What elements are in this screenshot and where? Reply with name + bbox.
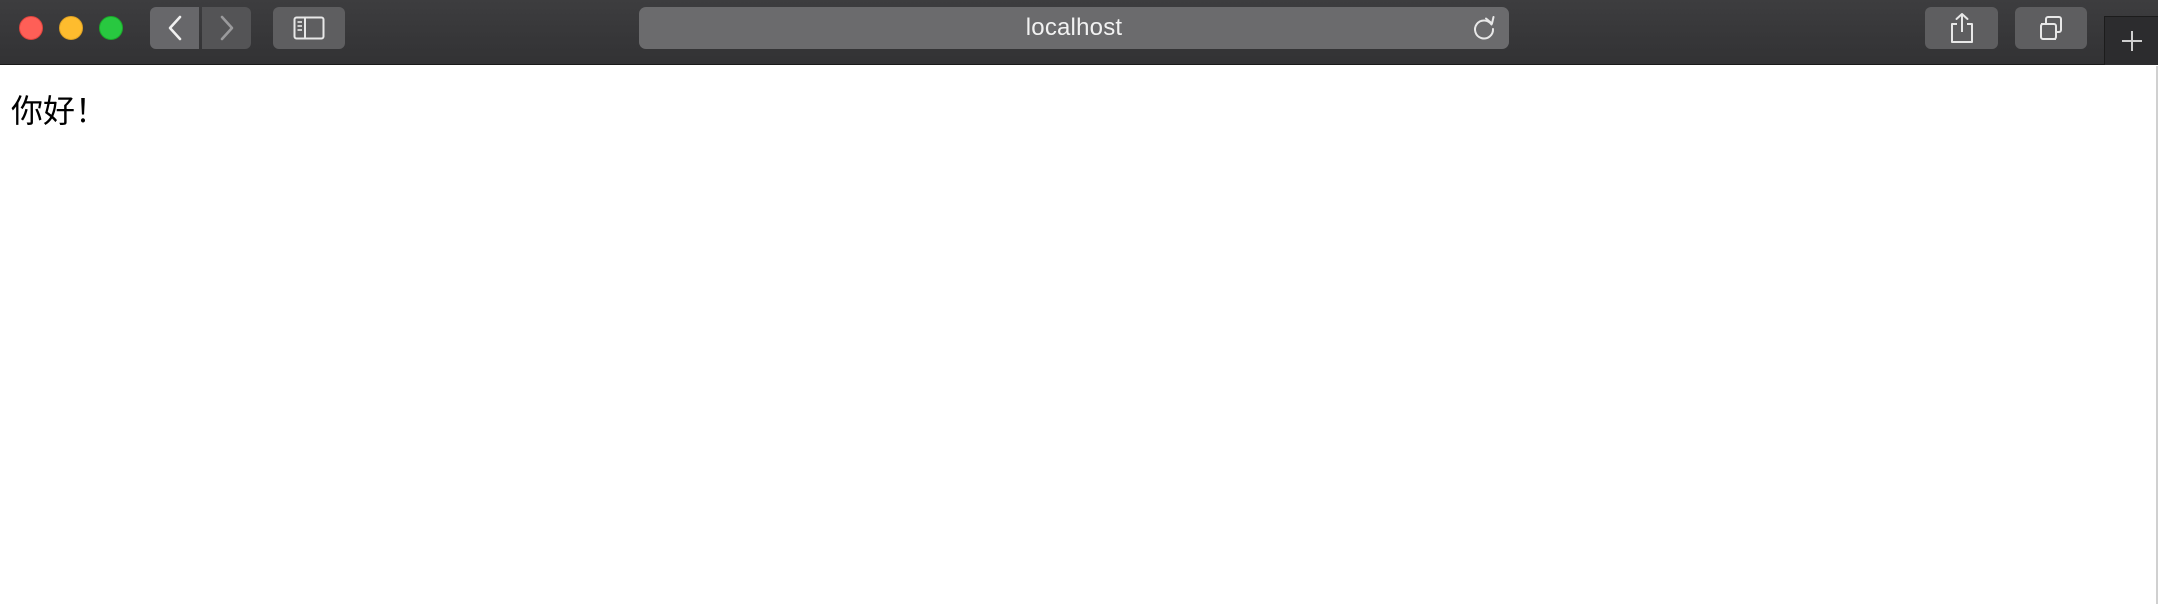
browser-toolbar: localhost [0, 0, 2158, 65]
back-button[interactable] [150, 7, 199, 49]
reload-icon[interactable] [1471, 15, 1497, 41]
browser-window: localhost 你好！ [0, 0, 2158, 604]
greeting-text: 你好！ [11, 92, 108, 130]
tab-overview-button[interactable] [2015, 7, 2087, 49]
minimize-window-button[interactable] [59, 16, 83, 40]
tab-overview-icon [2040, 16, 2062, 40]
sidebar-icon [293, 16, 325, 40]
plus-icon [2121, 31, 2142, 51]
new-tab-button[interactable] [2104, 16, 2158, 65]
address-bar[interactable]: localhost [639, 7, 1509, 49]
sidebar-toggle-button[interactable] [273, 7, 345, 49]
forward-button[interactable] [202, 7, 251, 49]
close-window-button[interactable] [19, 16, 43, 40]
chevron-left-icon [168, 15, 181, 41]
share-icon [1950, 13, 1973, 43]
url-text: localhost [1025, 14, 1123, 41]
chevron-right-icon [220, 15, 233, 41]
share-button[interactable] [1925, 7, 1998, 49]
maximize-window-button[interactable] [99, 16, 123, 40]
page-content: 你好！ [0, 66, 2158, 604]
